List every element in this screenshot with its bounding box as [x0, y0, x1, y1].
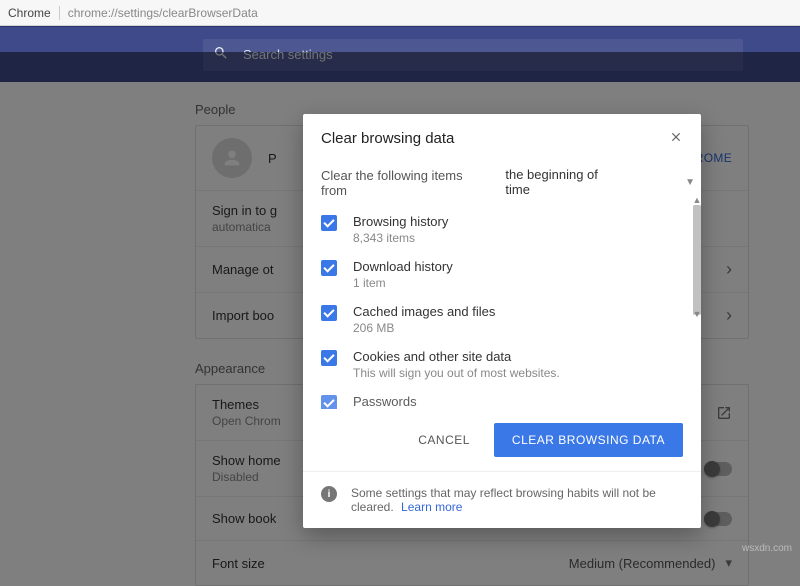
footer-note: Some settings that may reflect browsing …: [351, 486, 683, 514]
check-row-passwords[interactable]: Passwords 18 passwords: [321, 394, 681, 409]
info-icon: i: [321, 486, 337, 502]
clear-from-label: Clear the following items from: [321, 168, 491, 198]
watermark: wsxdn.com: [742, 543, 792, 554]
scroll-up-arrow-icon[interactable]: ▲: [693, 195, 701, 205]
checkbox[interactable]: [321, 215, 337, 231]
close-icon: [669, 130, 683, 144]
learn-more-link[interactable]: Learn more: [401, 500, 462, 514]
time-range-value: the beginning of time: [505, 167, 625, 197]
time-range-select[interactable]: the beginning of time ▼: [505, 165, 695, 200]
check-row-cached-files[interactable]: Cached images and files 206 MB: [321, 304, 681, 335]
scrollbar-track[interactable]: [693, 205, 701, 309]
scrollbar-thumb[interactable]: [693, 205, 701, 315]
checkbox[interactable]: [321, 350, 337, 366]
dialog-title: Clear browsing data: [321, 130, 669, 147]
checkbox[interactable]: [321, 395, 337, 409]
close-button[interactable]: [669, 130, 683, 144]
clear-browsing-data-dialog: Clear browsing data Clear the following …: [303, 114, 701, 528]
browser-name-label: Chrome: [6, 6, 60, 20]
checkbox-list: Browsing history 8,343 items Download hi…: [321, 214, 695, 409]
browser-chrome-bar: Chrome chrome://settings/clearBrowserDat…: [0, 0, 800, 26]
scroll-down-arrow-icon[interactable]: ▼: [693, 309, 701, 319]
cancel-button[interactable]: CANCEL: [404, 425, 484, 455]
checkbox[interactable]: [321, 305, 337, 321]
check-row-browsing-history[interactable]: Browsing history 8,343 items: [321, 214, 681, 245]
dropdown-caret-icon: ▼: [685, 177, 695, 188]
checkbox[interactable]: [321, 260, 337, 276]
check-row-cookies[interactable]: Cookies and other site data This will si…: [321, 349, 681, 380]
clear-data-button[interactable]: CLEAR BROWSING DATA: [494, 423, 683, 457]
check-row-download-history[interactable]: Download history 1 item: [321, 259, 681, 290]
address-url[interactable]: chrome://settings/clearBrowserData: [68, 6, 258, 20]
